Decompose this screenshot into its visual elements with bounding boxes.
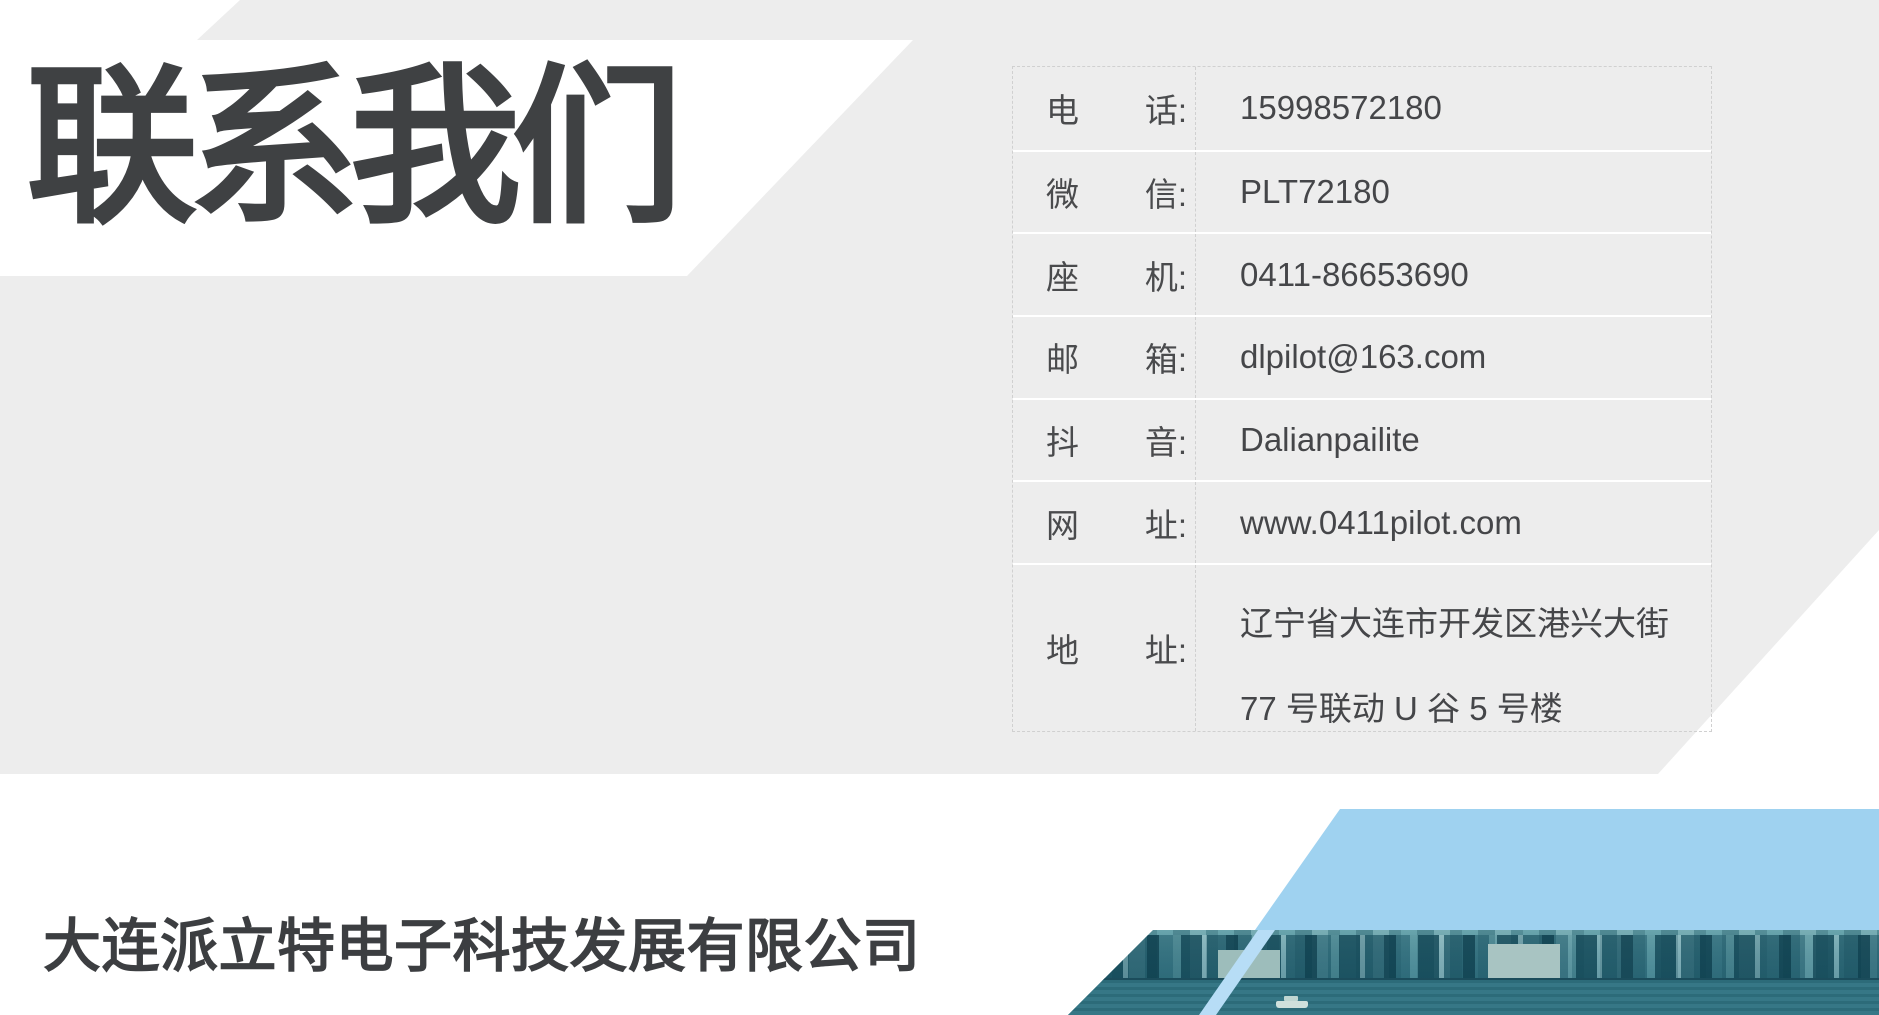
phone-label: 电 话: bbox=[1013, 67, 1196, 150]
table-row-douyin: 抖 音: Dalianpailite bbox=[1013, 398, 1711, 481]
address-value: 辽宁省大连市开发区港兴大街 77 号联动 U 谷 5 号楼 bbox=[1196, 565, 1711, 731]
landline-label: 座 机: bbox=[1013, 234, 1196, 315]
wechat-label: 微 信: bbox=[1013, 152, 1196, 233]
label-char: 座 bbox=[1046, 251, 1079, 299]
table-row-website: 网 址: www.0411pilot.com bbox=[1013, 480, 1711, 563]
label-char: 音: bbox=[1145, 416, 1187, 464]
table-row-address: 地 址: 辽宁省大连市开发区港兴大街 77 号联动 U 谷 5 号楼 bbox=[1013, 563, 1711, 731]
skyline-near-buildings bbox=[1068, 935, 1879, 981]
table-row-phone: 电 话: 15998572180 bbox=[1013, 67, 1711, 150]
company-name: 大连派立特电子科技发展有限公司 bbox=[43, 899, 921, 983]
label-char: 网 bbox=[1046, 499, 1079, 547]
address-line-1: 辽宁省大连市开发区港兴大街 bbox=[1240, 581, 1669, 666]
harbor-water bbox=[1068, 978, 1879, 1015]
address-line-2: 77 号联动 U 谷 5 号楼 bbox=[1240, 666, 1563, 751]
city-skyline-photo bbox=[1068, 930, 1879, 1015]
email-label: 邮 箱: bbox=[1013, 317, 1196, 398]
label-char: 址: bbox=[1145, 624, 1187, 672]
landline-value: 0411-86653690 bbox=[1196, 234, 1711, 315]
label-char: 机: bbox=[1145, 251, 1187, 299]
wechat-value: PLT72180 bbox=[1196, 152, 1711, 233]
light-building bbox=[1488, 944, 1560, 981]
contact-table: 电 话: 15998572180 微 信: PLT72180 座 机: 0411… bbox=[1012, 66, 1712, 732]
label-char: 微 bbox=[1046, 168, 1079, 216]
label-char: 地 bbox=[1046, 624, 1079, 672]
label-char: 址: bbox=[1145, 499, 1187, 547]
email-value: dlpilot@163.com bbox=[1196, 317, 1711, 398]
label-char: 电 bbox=[1046, 84, 1079, 132]
table-row-landline: 座 机: 0411-86653690 bbox=[1013, 232, 1711, 315]
page-title: 联系我们 bbox=[26, 62, 673, 234]
website-label: 网 址: bbox=[1013, 482, 1196, 563]
label-char: 信: bbox=[1145, 168, 1187, 216]
douyin-label: 抖 音: bbox=[1013, 400, 1196, 481]
table-row-email: 邮 箱: dlpilot@163.com bbox=[1013, 315, 1711, 398]
label-char: 箱: bbox=[1145, 333, 1187, 381]
boat bbox=[1276, 1001, 1308, 1008]
table-row-wechat: 微 信: PLT72180 bbox=[1013, 150, 1711, 233]
label-char: 抖 bbox=[1046, 416, 1079, 464]
website-value: www.0411pilot.com bbox=[1196, 482, 1711, 563]
label-char: 话: bbox=[1145, 84, 1187, 132]
phone-value: 15998572180 bbox=[1196, 67, 1711, 150]
address-label: 地 址: bbox=[1013, 565, 1196, 731]
douyin-value: Dalianpailite bbox=[1196, 400, 1711, 481]
label-char: 邮 bbox=[1046, 333, 1079, 381]
